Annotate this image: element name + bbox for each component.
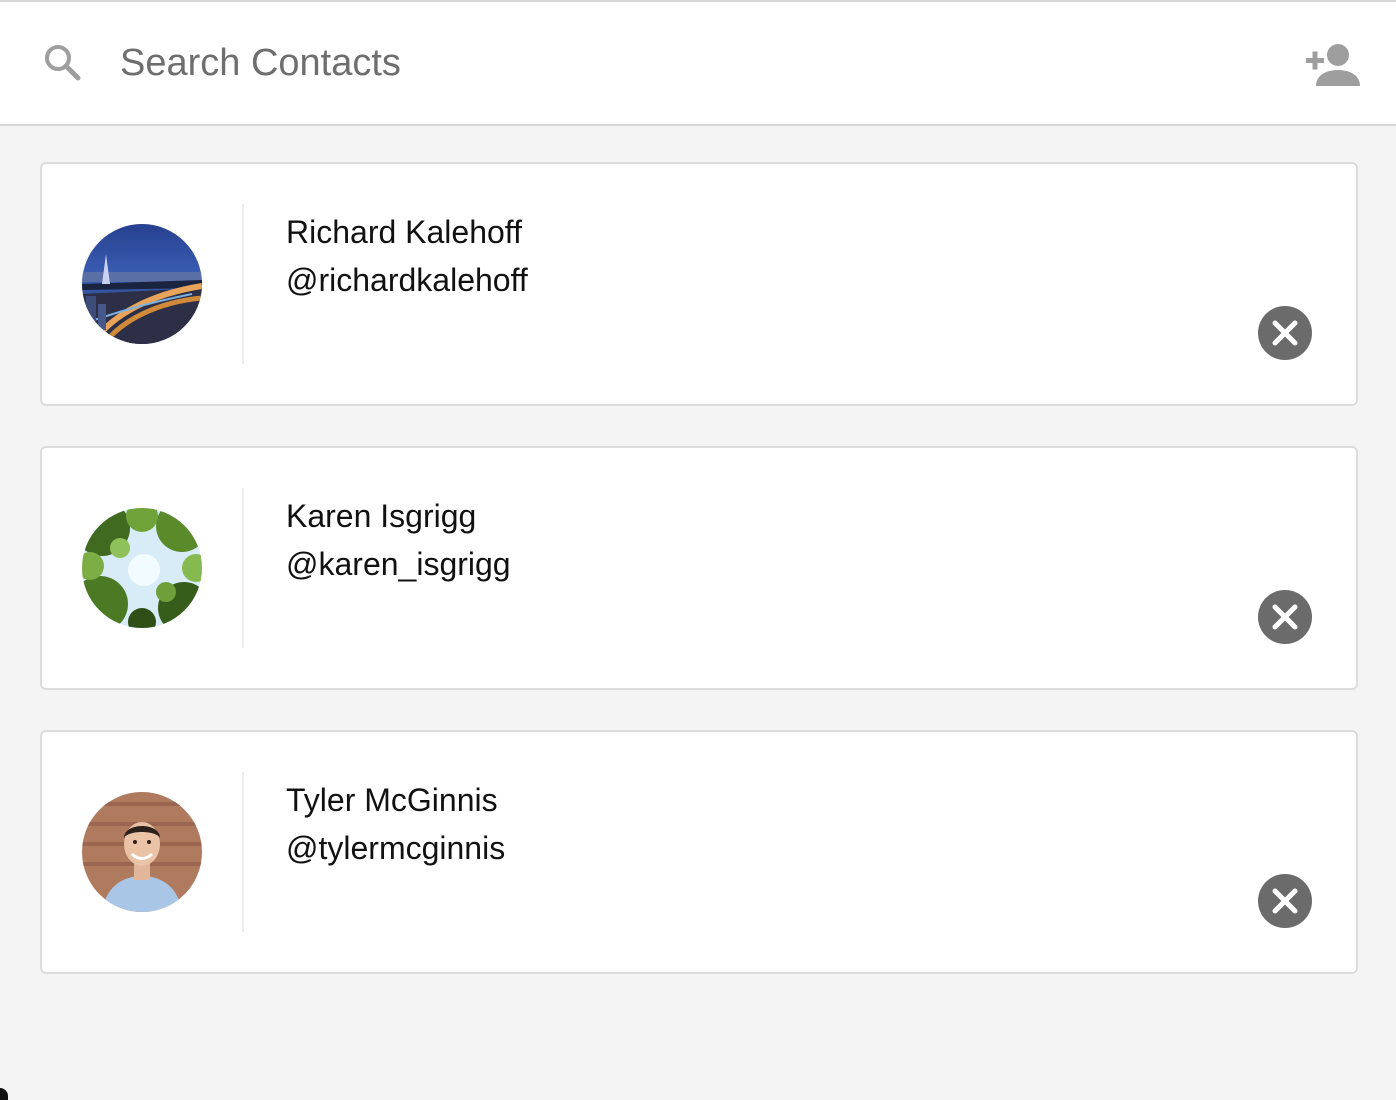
contact-card: Karen Isgrigg @karen_isgrigg — [40, 446, 1358, 690]
close-circle-icon[interactable] — [1258, 874, 1312, 928]
contact-card: Richard Kalehoff @richardkalehoff — [40, 162, 1358, 406]
card-divider — [242, 772, 244, 932]
person-add-icon[interactable] — [1300, 38, 1362, 92]
contact-details: Karen Isgrigg @karen_isgrigg — [286, 492, 511, 588]
contact-name: Richard Kalehoff — [286, 214, 522, 250]
contact-name: Karen Isgrigg — [286, 498, 477, 534]
avatar — [82, 792, 202, 912]
card-divider — [242, 488, 244, 648]
contact-handle: @tylermcginnis — [286, 830, 506, 866]
avatar — [82, 508, 202, 628]
close-circle-icon[interactable] — [1258, 306, 1312, 360]
search-input[interactable] — [120, 32, 1220, 94]
close-circle-icon[interactable] — [1258, 590, 1312, 644]
contact-handle: @richardkalehoff — [286, 262, 528, 298]
search-bar — [0, 2, 1396, 126]
contact-handle: @karen_isgrigg — [286, 546, 511, 582]
contact-card: Tyler McGinnis @tylermcginnis — [40, 730, 1358, 974]
contact-name: Tyler McGinnis — [286, 782, 498, 818]
contact-list: Richard Kalehoff @richardkalehoff Karen … — [40, 162, 1358, 1014]
contact-details: Richard Kalehoff @richardkalehoff — [286, 208, 528, 304]
search-icon — [42, 42, 82, 82]
card-divider — [242, 204, 244, 364]
window-corner — [0, 1088, 8, 1100]
contact-details: Tyler McGinnis @tylermcginnis — [286, 776, 505, 872]
avatar — [82, 224, 202, 344]
